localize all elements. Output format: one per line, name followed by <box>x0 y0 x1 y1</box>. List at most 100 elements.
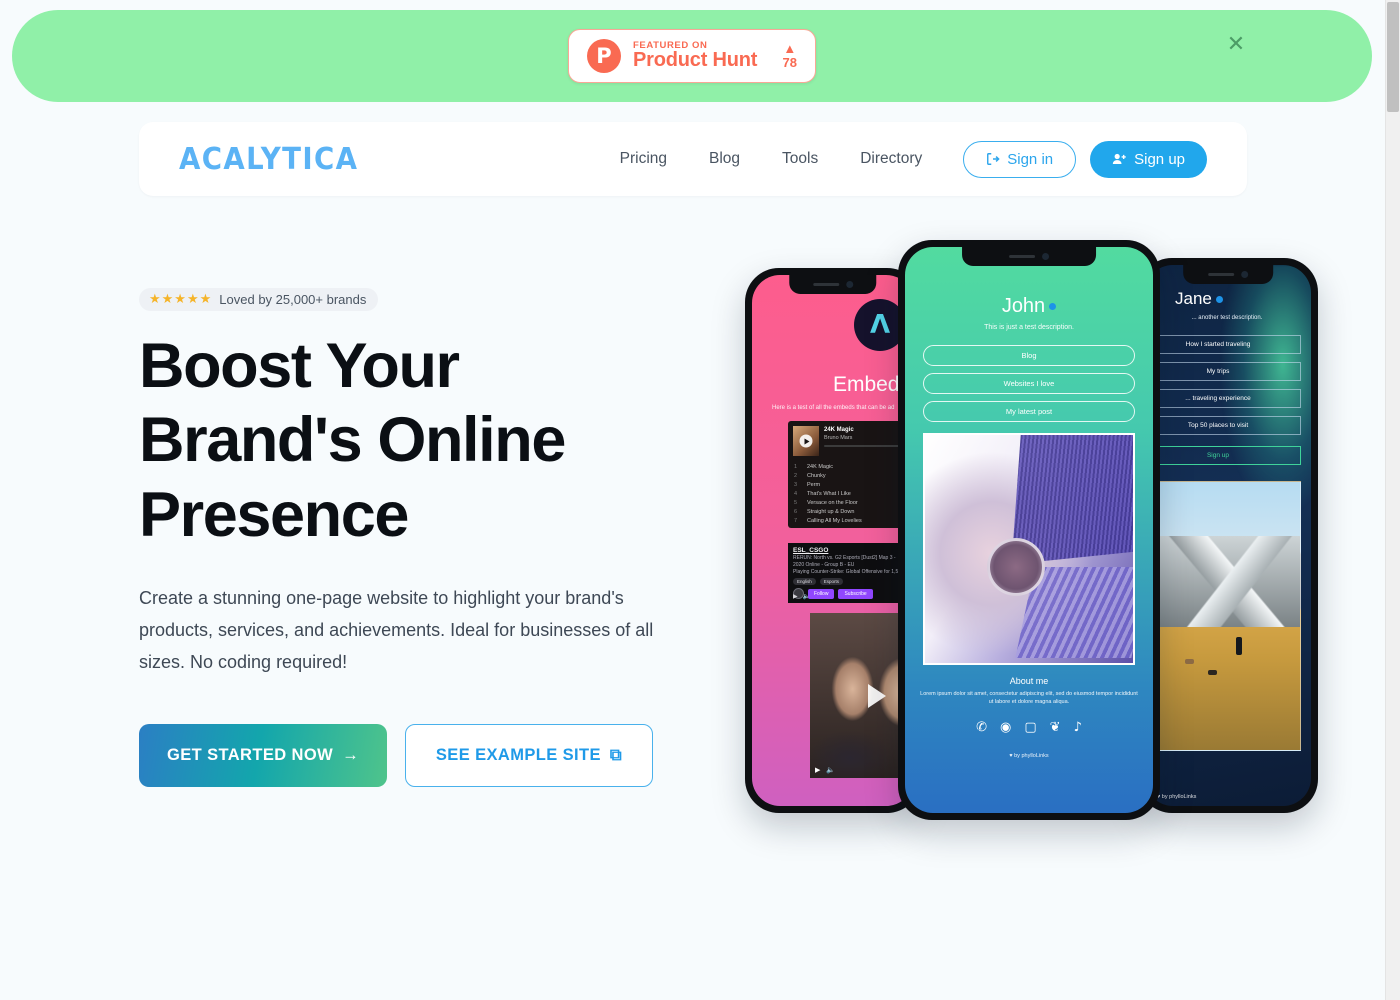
sign-in-icon <box>987 153 1000 165</box>
profile-link-websites[interactable]: Websites I love <box>923 373 1135 394</box>
page-root: P FEATURED ON Product Hunt ▲ 78 ✕ ACALYT… <box>0 0 1400 1000</box>
list-item[interactable]: 1 24K Magic <box>788 462 914 471</box>
cta-buttons: GET STARTED NOW → SEE EXAMPLE SITE ⧉ <box>139 724 699 788</box>
hiker-figure <box>1235 637 1242 656</box>
track-number: 4 <box>794 490 798 497</box>
messenger-icon[interactable]: ◉ <box>1000 720 1011 735</box>
rating-label: Loved by 25,000+ brands <box>219 292 367 307</box>
track-title: That's What I Like <box>807 490 851 497</box>
social-icons: ✆ ◉ ▢ ❦ ♪ <box>905 720 1153 735</box>
profile-name-text: John <box>1001 295 1046 317</box>
track-number: 5 <box>794 499 798 506</box>
profile-photo <box>923 433 1135 665</box>
hero-content: ★★★★★ Loved by 25,000+ brands Boost Your… <box>139 288 699 788</box>
list-item[interactable]: 7 Calling All My Lovelies <box>788 516 914 525</box>
rating-badge: ★★★★★ Loved by 25,000+ brands <box>139 288 379 311</box>
music-embed-header: 24K Magic Bruno Mars <box>788 421 914 461</box>
navigation-bar: ACALYTICA Pricing Blog Tools Directory S… <box>139 122 1247 196</box>
profile-links: How I started traveling My trips ... tra… <box>1145 335 1301 465</box>
profile-link-my-trips[interactable]: My trips <box>1145 362 1301 381</box>
list-item[interactable]: 4 That's What I Like <box>788 489 914 498</box>
see-example-label: SEE EXAMPLE SITE <box>435 746 601 765</box>
product-hunt-badge[interactable]: P FEATURED ON Product Hunt ▲ 78 <box>568 29 816 83</box>
profile-footer: ♥ by phylloLinks <box>1009 752 1049 759</box>
tiktok-icon[interactable]: ♪ <box>1074 720 1082 735</box>
play-icon[interactable]: ▶ <box>815 766 820 774</box>
sign-in-label: Sign in <box>1007 150 1054 168</box>
product-hunt-logo-icon: P <box>587 39 621 73</box>
profile-link-how-i-started[interactable]: How I started traveling <box>1145 335 1301 354</box>
album-art <box>793 426 819 456</box>
twitch-embed[interactable]: ESL_CSGO RERUN: North vs. G2 Esports [Du… <box>788 543 914 603</box>
profile-link-experience[interactable]: ... traveling experience <box>1145 389 1301 408</box>
profile-links: Blog Websites I love My latest post <box>923 345 1135 422</box>
profile-description: This is just a test description. <box>984 324 1074 331</box>
get-started-button[interactable]: GET STARTED NOW → <box>139 724 387 788</box>
sign-in-button[interactable]: Sign in <box>963 140 1077 178</box>
get-started-label: GET STARTED NOW <box>166 746 334 765</box>
nav-link-pricing[interactable]: Pricing <box>599 142 688 176</box>
phone-mockup-right: Jane ... another test description. How I… <box>1138 258 1318 813</box>
profile-link-latest-post[interactable]: My latest post <box>923 401 1135 422</box>
track-number: 6 <box>794 508 798 515</box>
close-icon[interactable]: ✕ <box>1220 28 1252 60</box>
twitch-tags: English Esports <box>788 575 914 587</box>
notch <box>789 275 877 294</box>
twitter-icon[interactable]: ❦ <box>1050 720 1061 735</box>
twitch-description-line3: Playing Counter-Strike: Global Offensive… <box>793 568 899 575</box>
coffee-cup <box>987 537 1046 596</box>
scrollbar[interactable] <box>1385 0 1400 1000</box>
play-icon[interactable]: ▶ <box>793 593 798 600</box>
nav-link-tools[interactable]: Tools <box>761 142 839 176</box>
scrollbar-thumb[interactable] <box>1387 2 1399 112</box>
arrow-right-icon: → <box>342 746 359 765</box>
twitch-tag[interactable]: English <box>793 578 816 586</box>
about-me-title: About me <box>1009 676 1049 686</box>
sign-up-button[interactable]: Sign up <box>1090 140 1207 178</box>
nav-link-directory[interactable]: Directory <box>839 142 943 176</box>
list-item[interactable]: 5 Versace on the Floor <box>788 498 914 507</box>
twitch-tag[interactable]: Esports <box>819 578 844 586</box>
volume-icon[interactable]: 🔈 <box>826 766 835 774</box>
verified-badge-icon <box>1049 303 1057 310</box>
list-item[interactable]: 2 Chunky <box>788 471 914 480</box>
track-number: 3 <box>794 481 798 488</box>
profile-name-text: Jane <box>1175 289 1212 308</box>
profile-signup-button[interactable]: Sign up <box>1145 446 1301 465</box>
mountain-range <box>1160 535 1300 627</box>
video-controls[interactable]: ▶ 🔈 <box>815 766 835 774</box>
dog-figure <box>1185 658 1195 664</box>
hero-subtitle: Create a stunning one-page website to hi… <box>139 587 654 673</box>
twitch-follow-button[interactable]: Follow <box>808 588 835 599</box>
track-title: Perm <box>807 481 821 488</box>
profile-link-top-50[interactable]: Top 50 places to visit <box>1145 416 1301 435</box>
brand-logo[interactable]: ACALYTICA <box>179 142 358 177</box>
twitch-description-line1: RERUN: North vs. G2 Esports [Dust2] Map … <box>793 555 896 561</box>
phone-right-screen: Jane ... another test description. How I… <box>1145 265 1311 806</box>
list-item[interactable]: 6 Straight up & Down <box>788 507 914 516</box>
twitch-channel-name[interactable]: ESL_CSGO <box>788 543 914 555</box>
twitch-player-controls[interactable]: ▶ 🔈 <box>793 593 810 600</box>
embeds-subtitle: Here is a test of all the embeds that ca… <box>772 405 895 411</box>
play-icon[interactable] <box>867 683 886 708</box>
twitch-subscribe-button[interactable]: Subscribe <box>838 588 873 599</box>
user-plus-icon <box>1112 153 1126 164</box>
volume-icon[interactable]: 🔈 <box>803 593 810 600</box>
track-list: 1 24K Magic 2 Chunky 3 Perm 4 That's Wha… <box>788 461 914 528</box>
instagram-icon[interactable]: ▢ <box>1024 720 1036 735</box>
product-hunt-upvote[interactable]: ▲ 78 <box>782 41 797 71</box>
track-title: Chunky <box>807 472 826 479</box>
product-hunt-name: Product Hunt <box>633 49 758 72</box>
whatsapp-icon[interactable]: ✆ <box>976 720 987 735</box>
music-embed[interactable]: 24K Magic Bruno Mars 1 24K Magic 2 Chunk… <box>788 421 914 528</box>
track-title: Versace on the Floor <box>807 499 858 506</box>
see-example-site-button[interactable]: SEE EXAMPLE SITE ⧉ <box>405 724 653 788</box>
verified-badge-icon <box>1215 295 1223 303</box>
external-link-icon: ⧉ <box>609 746 623 765</box>
upvote-count: 78 <box>782 55 797 70</box>
profile-link-blog[interactable]: Blog <box>923 345 1135 366</box>
profile-name: Jane <box>1175 289 1223 309</box>
play-icon[interactable] <box>799 434 813 448</box>
list-item[interactable]: 3 Perm <box>788 480 914 489</box>
nav-link-blog[interactable]: Blog <box>688 142 761 176</box>
